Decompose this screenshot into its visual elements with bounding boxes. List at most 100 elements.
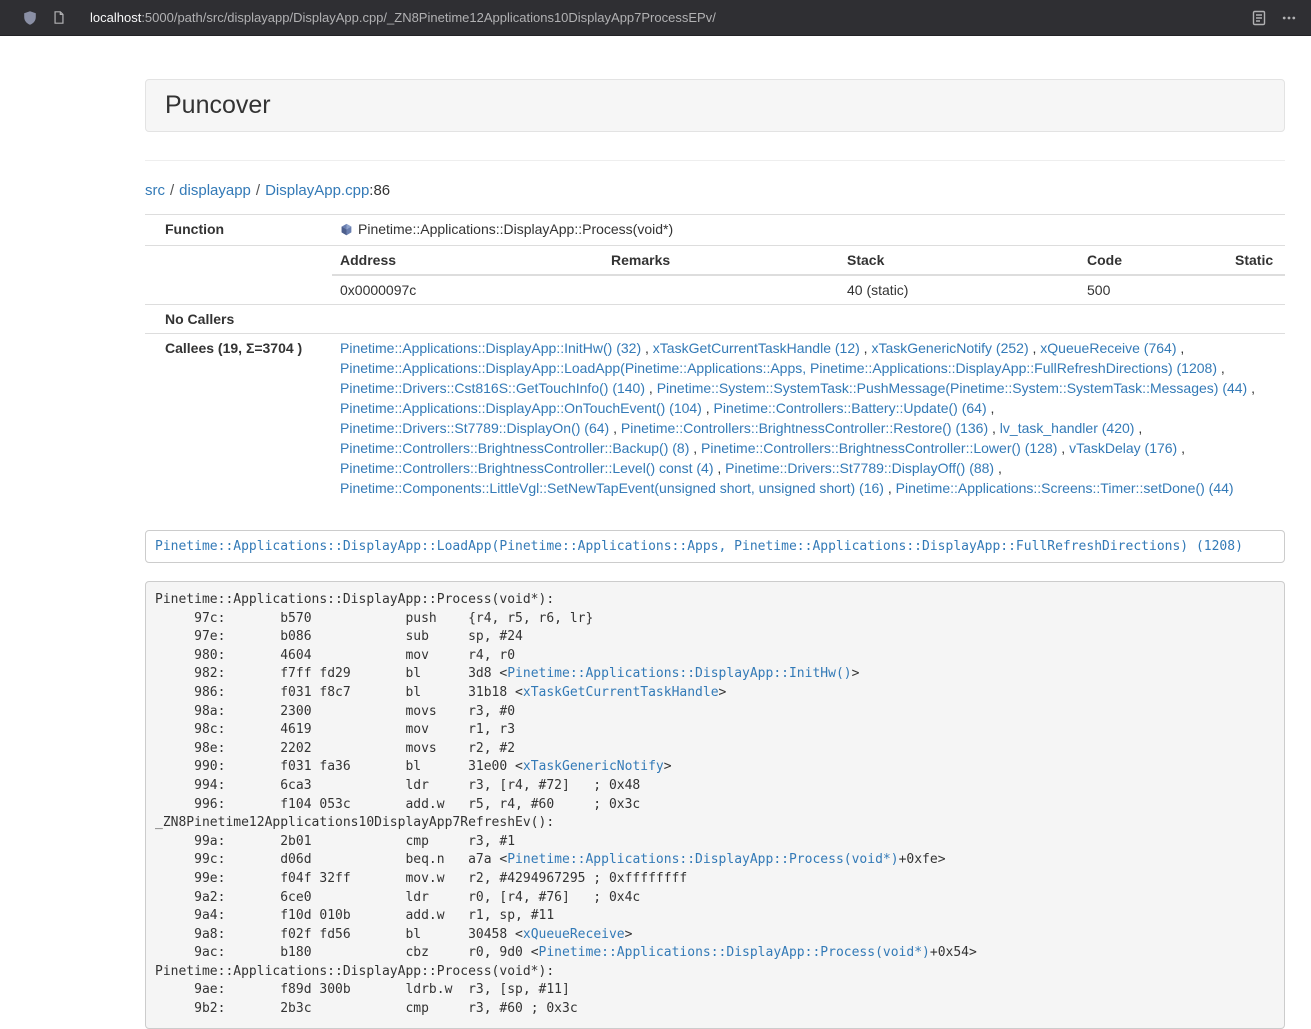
callee-link[interactable]: Pinetime::Applications::DisplayApp::OnTo…	[340, 400, 702, 416]
disassembly-symbol-link[interactable]: Pinetime::Applications::DisplayApp::Proc…	[507, 852, 898, 867]
callee-link[interactable]: Pinetime::Drivers::St7789::DisplayOn() (…	[340, 420, 609, 436]
cell-static	[1227, 275, 1285, 304]
callee-separator: ,	[645, 380, 657, 396]
callee-separator: ,	[1217, 360, 1225, 376]
callee-link[interactable]: Pinetime::Controllers::BrightnessControl…	[701, 440, 1057, 456]
callee-separator: ,	[1177, 440, 1185, 456]
callee-link[interactable]: Pinetime::Controllers::BrightnessControl…	[340, 460, 713, 476]
function-value-cell: Pinetime::Applications::DisplayApp::Proc…	[332, 215, 1285, 246]
callee-separator: ,	[1057, 440, 1069, 456]
callee-link[interactable]: vTaskDelay (176)	[1069, 440, 1177, 456]
callee-link[interactable]: Pinetime::Controllers::Battery::Update()…	[714, 400, 987, 416]
detail-table: Address Remarks Stack Code Static 0x0000…	[332, 246, 1285, 304]
callee-separator: ,	[994, 460, 1002, 476]
callee-item: vTaskDelay (176) ,	[1069, 440, 1185, 456]
breadcrumb-separator: /	[256, 182, 260, 199]
callee-separator: ,	[1134, 420, 1142, 436]
disassembly-symbol-link[interactable]: xTaskGetCurrentTaskHandle	[523, 685, 719, 700]
callee-item: Pinetime::Drivers::St7789::DisplayOn() (…	[340, 420, 621, 436]
function-table: Function Pinetime::Applications::Display…	[145, 214, 1285, 502]
callee-item: Pinetime::Applications::DisplayApp::Load…	[340, 360, 1225, 376]
function-icon	[340, 221, 353, 241]
callee-link[interactable]: Pinetime::Components::LittleVgl::SetNewT…	[340, 480, 884, 496]
callee-item: xTaskGetCurrentTaskHandle (12) ,	[653, 340, 872, 356]
cell-code: 500	[1079, 275, 1227, 304]
callee-separator: ,	[702, 400, 714, 416]
function-label: Function	[145, 215, 332, 246]
callee-separator: ,	[641, 340, 653, 356]
overflow-menu-icon[interactable]	[1281, 10, 1297, 26]
callee-item: xQueueReceive (764) ,	[1040, 340, 1184, 356]
detail-value-row: 0x0000097c 40 (static) 500	[332, 275, 1285, 304]
callee-link[interactable]: Pinetime::Drivers::Cst816S::GetTouchInfo…	[340, 380, 645, 396]
callee-separator: ,	[1176, 340, 1184, 356]
selected-symbol-link[interactable]: Pinetime::Applications::DisplayApp::Load…	[155, 539, 1243, 554]
col-header-stack: Stack	[839, 246, 1079, 275]
callee-link[interactable]: xQueueReceive (764)	[1040, 340, 1176, 356]
callee-link[interactable]: Pinetime::Controllers::BrightnessControl…	[621, 420, 988, 436]
disassembly-symbol-link[interactable]: Pinetime::Applications::DisplayApp::Init…	[507, 666, 851, 681]
callee-separator: ,	[713, 460, 725, 476]
callee-item: Pinetime::Controllers::BrightnessControl…	[621, 420, 1000, 436]
callee-separator: ,	[1029, 340, 1041, 356]
cell-remarks	[603, 275, 839, 304]
page-title: Puncover	[165, 91, 1265, 120]
breadcrumb-separator: /	[170, 182, 174, 199]
callee-separator: ,	[884, 480, 896, 496]
breadcrumb-link-file[interactable]: DisplayApp.cpp	[265, 182, 369, 199]
callee-item: Pinetime::System::SystemTask::PushMessag…	[657, 380, 1255, 396]
col-header-remarks: Remarks	[603, 246, 839, 275]
callee-separator: ,	[988, 420, 1000, 436]
disassembly-symbol-link[interactable]: xTaskGenericNotify	[523, 759, 664, 774]
function-name: Pinetime::Applications::DisplayApp::Proc…	[358, 221, 673, 237]
callee-link[interactable]: Pinetime::Applications::DisplayApp::Init…	[340, 340, 641, 356]
callee-item: Pinetime::Applications::DisplayApp::OnTo…	[340, 400, 714, 416]
shield-icon[interactable]	[22, 10, 38, 26]
callee-link[interactable]: xTaskGetCurrentTaskHandle (12)	[653, 340, 860, 356]
disassembly-symbol-link[interactable]: Pinetime::Applications::DisplayApp::Proc…	[539, 945, 930, 960]
callees-label: Callees (19, Σ=3704 )	[145, 334, 332, 503]
callee-separator: ,	[987, 400, 995, 416]
callee-item: Pinetime::Drivers::Cst816S::GetTouchInfo…	[340, 380, 657, 396]
page-info-icon[interactable]	[52, 10, 66, 25]
selected-symbol-box: Pinetime::Applications::DisplayApp::Load…	[145, 530, 1285, 563]
app-header-well: Puncover	[145, 79, 1285, 132]
breadcrumb-link-src[interactable]: src	[145, 182, 165, 199]
callees-list: Pinetime::Applications::DisplayApp::Init…	[332, 334, 1285, 503]
url-host: localhost	[90, 10, 141, 25]
callee-link[interactable]: Pinetime::System::SystemTask::PushMessag…	[657, 380, 1248, 396]
callee-item: Pinetime::Controllers::BrightnessControl…	[340, 440, 701, 456]
reader-view-icon[interactable]	[1251, 10, 1267, 26]
col-header-address: Address	[332, 246, 603, 275]
callee-link[interactable]: lv_task_handler (420)	[1000, 420, 1135, 436]
main-content: Puncover src/displayapp/DisplayApp.cpp:8…	[145, 79, 1285, 1029]
breadcrumb-link-displayapp[interactable]: displayapp	[179, 182, 251, 199]
col-header-static: Static	[1227, 246, 1285, 275]
callee-link[interactable]: Pinetime::Drivers::St7789::DisplayOff() …	[725, 460, 994, 476]
callee-item: Pinetime::Components::LittleVgl::SetNewT…	[340, 480, 896, 496]
divider	[145, 160, 1285, 161]
url-path: :5000/path/src/displayapp/DisplayApp.cpp…	[141, 10, 716, 25]
callee-separator: ,	[689, 440, 701, 456]
callee-item: Pinetime::Controllers::BrightnessControl…	[701, 440, 1069, 456]
callers-cell	[332, 305, 1285, 334]
callers-label: No Callers	[145, 305, 332, 334]
callee-link[interactable]: xTaskGenericNotify (252)	[871, 340, 1028, 356]
callee-item: xTaskGenericNotify (252) ,	[871, 340, 1040, 356]
callee-separator: ,	[1247, 380, 1255, 396]
cell-address: 0x0000097c	[332, 275, 603, 304]
callee-separator: ,	[860, 340, 872, 356]
callers-row: No Callers	[145, 305, 1285, 334]
callee-link[interactable]: Pinetime::Controllers::BrightnessControl…	[340, 440, 689, 456]
cell-stack: 40 (static)	[839, 275, 1079, 304]
callee-item: Pinetime::Controllers::BrightnessControl…	[340, 460, 725, 476]
browser-toolbar: localhost:5000/path/src/displayapp/Displ…	[0, 0, 1311, 36]
detail-cell: Address Remarks Stack Code Static 0x0000…	[332, 246, 1285, 305]
address-bar[interactable]: localhost:5000/path/src/displayapp/Displ…	[90, 10, 1251, 25]
disassembly-symbol-link[interactable]: xQueueReceive	[523, 927, 625, 942]
callees-row: Callees (19, Σ=3704 ) Pinetime::Applicat…	[145, 334, 1285, 503]
callee-item: Pinetime::Drivers::St7789::DisplayOff() …	[725, 460, 1002, 476]
callee-link[interactable]: Pinetime::Applications::DisplayApp::Load…	[340, 360, 1217, 376]
detail-header-row: Address Remarks Stack Code Static	[332, 246, 1285, 275]
callee-link[interactable]: Pinetime::Applications::Screens::Timer::…	[896, 480, 1234, 496]
